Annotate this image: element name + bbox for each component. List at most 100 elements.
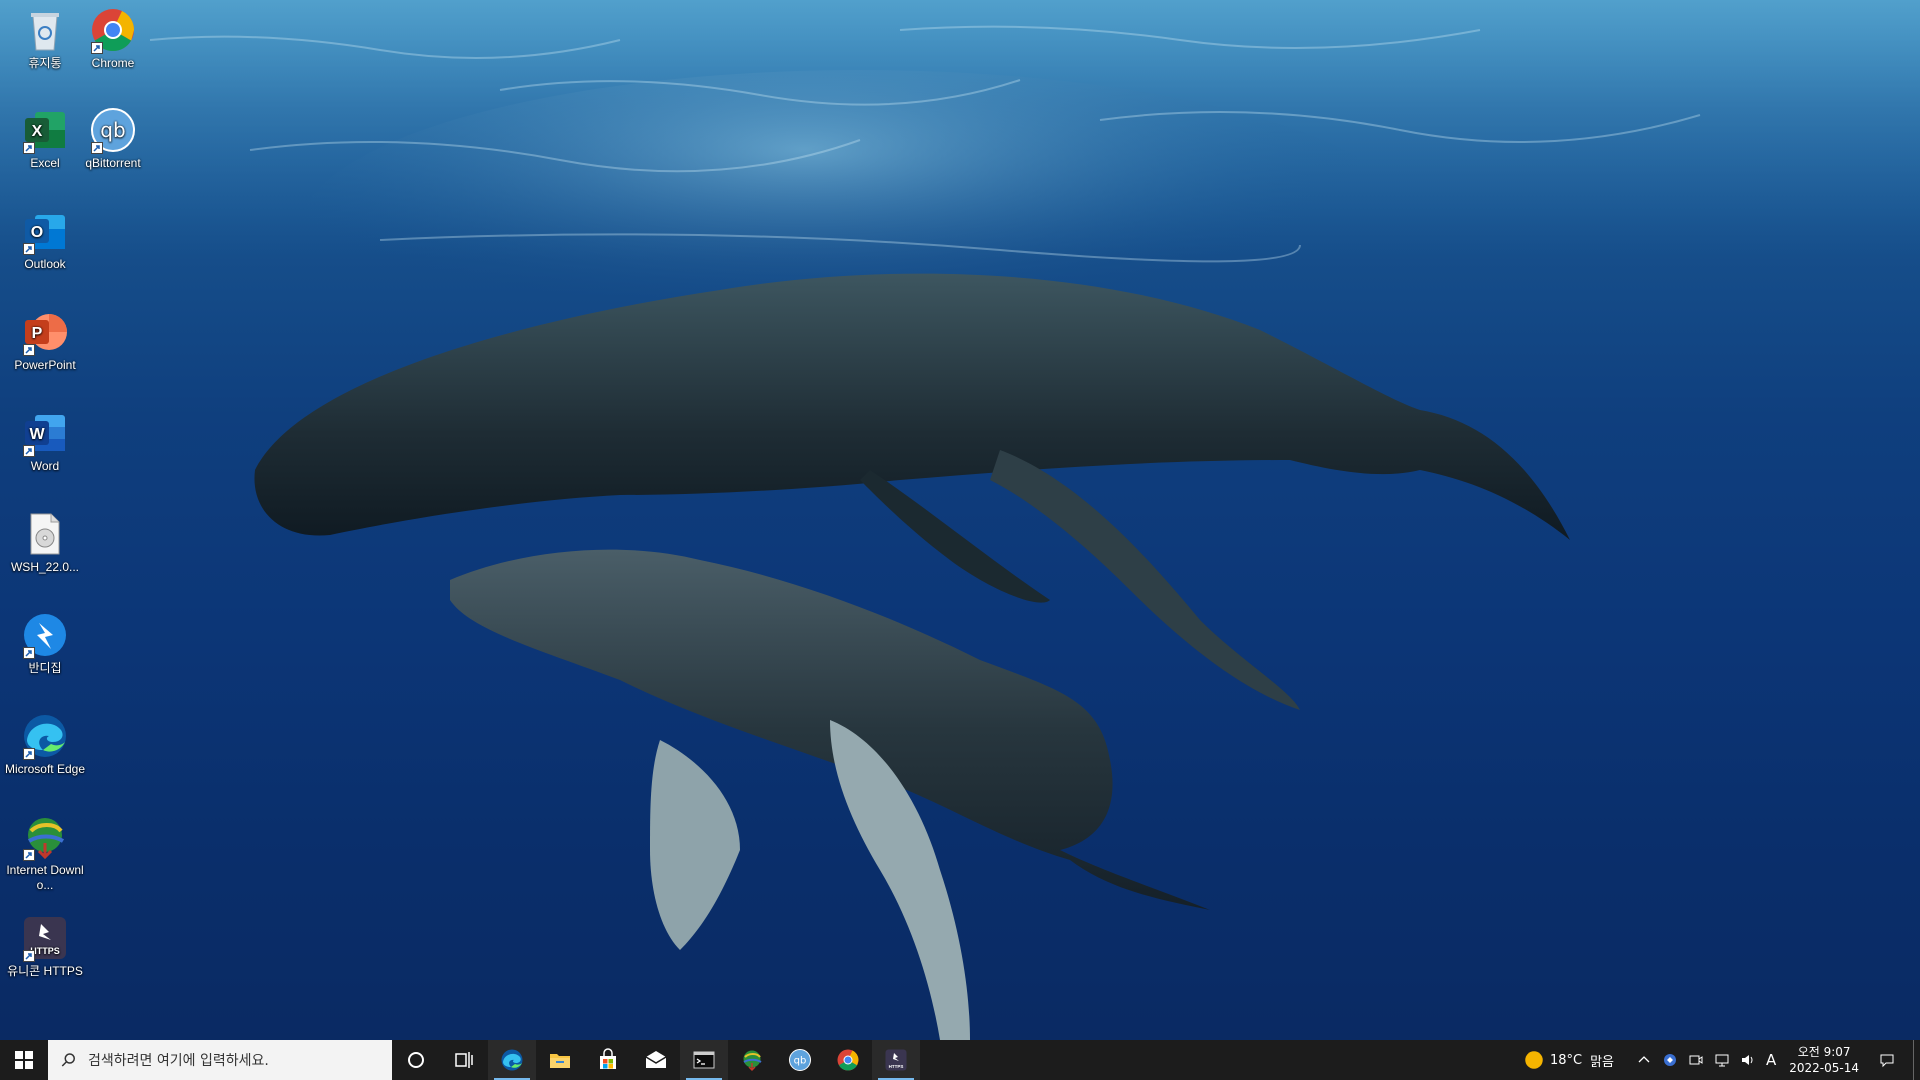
taskbar-app-terminal[interactable] [680,1040,728,1080]
shortcut-arrow-icon [91,42,103,54]
small-whale [450,549,1210,1040]
tray-app-icon[interactable] [1657,1040,1683,1080]
unicorn-https-icon: HTTPS [885,1049,907,1071]
shortcut-arrow-icon [23,647,35,659]
shortcut-arrow-icon [23,142,35,154]
chrome-icon [837,1049,859,1071]
desktop-icon-microsoft-edge[interactable]: Microsoft Edge [0,706,90,798]
svg-text:W: W [29,426,45,443]
weather-temperature: 18°C [1549,1052,1583,1068]
desktop-icon-label: 유니콘 HTTPS [7,964,83,978]
windows-logo-icon [15,1051,33,1069]
desktop-icon-label: Word [30,459,60,473]
edge-icon [501,1049,523,1071]
svg-text:P: P [32,325,43,342]
taskbar-app-qbittorrent[interactable]: qb [776,1040,824,1080]
action-center-button[interactable] [1867,1040,1907,1080]
desktop-wallpaper [0,0,1920,1040]
desktop-icon-label: Internet Downlo... [6,863,84,892]
task-view-icon [455,1052,473,1068]
desktop-icon-powerpoint[interactable]: P PowerPoint [0,302,90,394]
taskbar: 검색하려면 여기에 입력하세요. qb HTTPS 18°C 맑음 A 오전 9… [0,1040,1920,1080]
show-desktop-button[interactable] [1913,1040,1920,1080]
task-view-button[interactable] [440,1040,488,1080]
desktop-icon-label: Microsoft Edge [4,762,86,776]
taskbar-app-internet-download-manager[interactable] [728,1040,776,1080]
folder-icon [550,1054,570,1068]
sun-icon [1525,1051,1543,1069]
desktop-icon-label: Outlook [24,257,66,271]
unicorn-https-icon: HTTPS [21,914,69,962]
internet-download-manager-icon [21,813,69,861]
shortcut-arrow-icon [23,445,35,457]
show-hidden-icons-button[interactable] [1631,1040,1657,1080]
taskbar-app-chrome[interactable] [824,1040,872,1080]
svg-text:X: X [32,123,43,140]
system-tray: 18°C 맑음 A 오전 9:07 2022-05-14 [1519,1040,1920,1080]
clock[interactable]: 오전 9:07 2022-05-14 [1781,1044,1867,1076]
recycle-bin-icon [21,6,69,54]
desktop-icon-wsh-file[interactable]: WSH_22.0... [0,504,90,596]
cortana-button[interactable] [392,1040,440,1080]
outlook-icon: O [21,207,69,255]
shortcut-arrow-icon [23,344,35,356]
excel-icon: X [21,106,69,154]
svg-text:HTTPS: HTTPS [889,1064,904,1069]
bandizip-icon [21,611,69,659]
desktop-icon-label: Chrome [91,56,135,70]
qbittorrent-icon: qb [789,1049,811,1071]
taskbar-app-edge[interactable] [488,1040,536,1080]
taskbar-app-unicorn-https[interactable]: HTTPS [872,1040,920,1080]
edge-icon [21,712,69,760]
mail-icon [645,1051,667,1068]
disc-image-file-icon [21,510,69,558]
chevron-up-icon [1638,1056,1650,1063]
svg-text:O: O [31,224,43,241]
qbittorrent-icon: qb [89,106,137,154]
shortcut-arrow-icon [23,243,35,255]
taskbar-app-mail[interactable] [632,1040,680,1080]
chrome-icon [89,6,137,54]
internet-download-manager-icon [743,1050,762,1072]
desktop-icon-chrome[interactable]: Chrome [68,0,158,92]
search-placeholder: 검색하려면 여기에 입력하세요. [88,1053,269,1069]
shortcut-arrow-icon [23,748,35,760]
taskbar-app-microsoft-store[interactable] [584,1040,632,1080]
desktop-icon-word[interactable]: W Word [0,403,90,495]
store-icon [600,1048,616,1069]
desktop-icon-outlook[interactable]: O Outlook [0,201,90,293]
clock-time: 오전 9:07 [1797,1045,1851,1059]
desktop-icon-unicorn-https[interactable]: HTTPS 유니콘 HTTPS [0,908,90,1000]
svg-text:qb: qb [100,118,125,142]
cortana-circle-icon [408,1052,424,1068]
powerpoint-icon: P [21,308,69,356]
camera-icon [1689,1055,1703,1065]
desktop-icon-bandizip[interactable]: 반디집 [0,605,90,697]
terminal-icon [693,1051,715,1069]
desktop-icon-internet-download-manager[interactable]: Internet Downlo... [0,807,90,899]
shortcut-arrow-icon [23,950,35,962]
tray-network[interactable] [1709,1040,1735,1080]
ime-indicator[interactable]: A [1761,1040,1781,1080]
taskbar-app-file-explorer[interactable] [536,1040,584,1080]
taskbar-search-box[interactable]: 검색하려면 여기에 입력하세요. [48,1040,392,1080]
desktop-icon-label: 반디집 [28,661,62,675]
start-button[interactable] [0,1040,48,1080]
tray-meet-now[interactable] [1683,1040,1709,1080]
tray-volume[interactable] [1735,1040,1761,1080]
svg-text:qb: qb [794,1056,807,1067]
notification-icon [1880,1054,1894,1068]
desktop-icon-qbittorrent[interactable]: qb qBittorrent [68,100,158,192]
shortcut-arrow-icon [23,849,35,861]
speaker-icon [1741,1055,1753,1065]
whales-wallpaper-image [0,0,1920,1040]
clock-date: 2022-05-14 [1789,1061,1859,1075]
network-icon [1715,1054,1729,1067]
desktop-icon-label: WSH_22.0... [10,560,80,574]
word-icon: W [21,409,69,457]
weather-condition: 맑음 [1590,1054,1614,1070]
desktop-icon-label: qBittorrent [85,156,141,170]
shortcut-arrow-icon [91,142,103,154]
search-icon [61,1053,75,1067]
weather-widget[interactable]: 18°C 맑음 [1519,1040,1619,1080]
